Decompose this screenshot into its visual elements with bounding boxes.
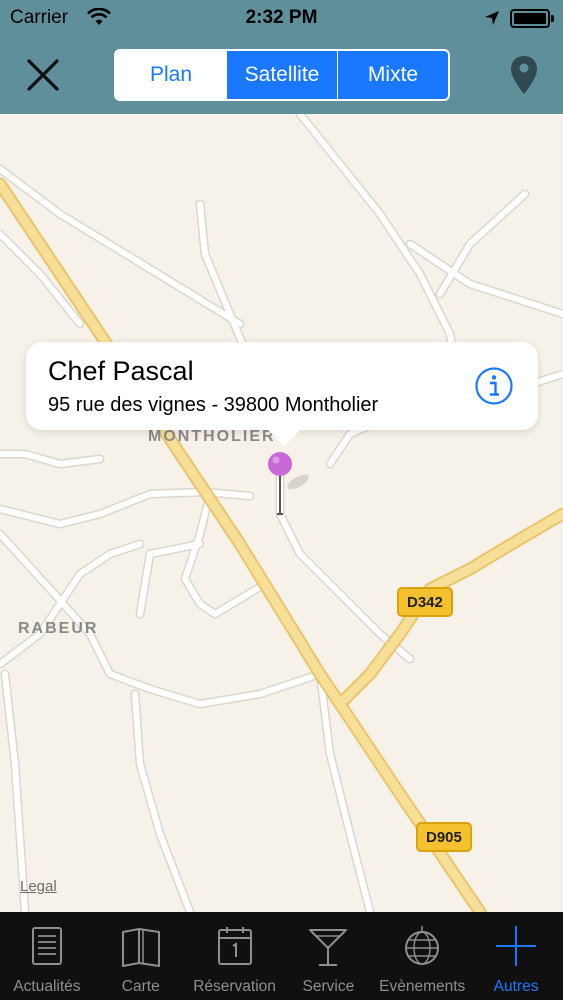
tab-evenements[interactable]: Evènements [375,912,469,1000]
callout-address: 95 rue des vignes - 39800 Montholier [48,394,379,416]
close-icon[interactable] [22,54,64,96]
tab-label: Evènements [379,978,466,995]
location-arrow-icon [485,11,499,25]
menu-book-icon [121,928,160,967]
tab-service[interactable]: Service [281,912,375,1000]
location-callout[interactable]: Chef Pascal 95 rue des vignes - 39800 Mo… [26,342,538,446]
tab-label: Carte [121,978,160,995]
map-type-segmented-control: Plan Satellite Mixte [114,49,450,101]
nav-bar: Plan Satellite Mixte [0,36,563,114]
tab-actualites[interactable]: Actualités [0,912,94,1000]
segment-satellite[interactable]: Satellite [226,51,337,99]
newspaper-icon [31,927,62,965]
map-view[interactable]: MONTHOLIER RABEUR D342 D905 Chef Pascal … [0,114,563,912]
tab-bar: Actualités Carte Réservation Service Evè… [0,912,563,1000]
disco-ball-icon [405,926,440,965]
tab-label: Service [302,978,355,995]
battery-icon [510,9,554,28]
place-label-montholier: MONTHOLIER [148,428,276,445]
tab-label: Actualités [13,978,81,995]
road-sign-d905[interactable]: D905 [416,822,472,852]
segment-plan[interactable]: Plan [116,51,226,99]
tab-carte[interactable]: Carte [94,912,188,1000]
tab-label: Autres [493,978,539,995]
tab-reservation[interactable]: Réservation [188,912,282,1000]
segment-mixte[interactable]: Mixte [337,51,448,99]
plus-icon [496,926,537,966]
calendar-icon [217,927,252,965]
place-label-rabeur: RABEUR [18,620,99,637]
map-pin-icon[interactable] [508,54,540,96]
road-sign-d342[interactable]: D342 [397,587,453,617]
status-bar: Carrier 2:32 PM [0,0,563,36]
location-pin[interactable] [262,448,326,520]
tab-autres[interactable]: Autres [469,912,563,1000]
legal-link[interactable]: Legal [20,878,57,895]
tab-label: Réservation [193,978,276,995]
info-icon[interactable] [474,366,514,406]
callout-title: Chef Pascal [48,356,194,386]
clock: 2:32 PM [245,7,318,28]
cocktail-glass-icon [309,929,348,966]
